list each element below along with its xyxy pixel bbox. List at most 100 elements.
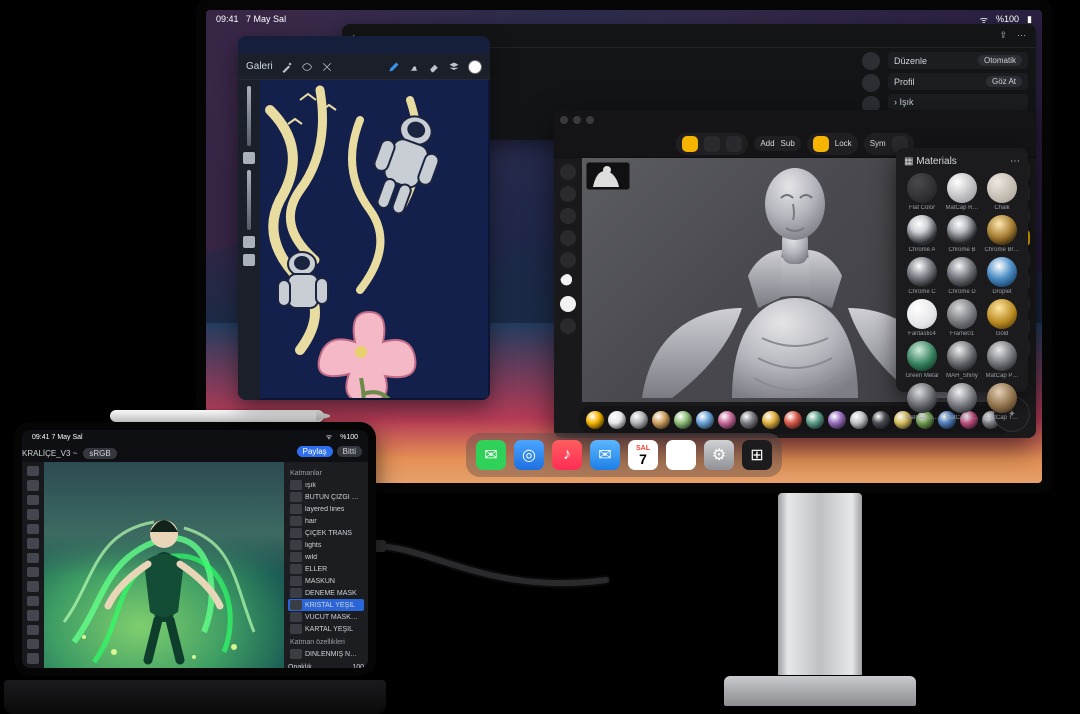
- material-item[interactable]: Flat Color: [904, 173, 940, 211]
- tool-icon[interactable]: [27, 610, 39, 620]
- menu-icon[interactable]: ⋯: [1017, 30, 1026, 41]
- material-item[interactable]: MatCap P…: [984, 341, 1020, 379]
- tool-icon[interactable]: [27, 538, 39, 548]
- opacity-row[interactable]: Opaklık 100: [288, 664, 364, 668]
- layer-row[interactable]: ÇİÇEK TRANS: [288, 527, 364, 539]
- material-item[interactable]: Frame01: [944, 299, 980, 337]
- share-button[interactable]: Paylaş: [297, 446, 333, 457]
- tool-move-icon[interactable]: [726, 136, 742, 152]
- layer-row[interactable]: ışık: [288, 479, 364, 491]
- modifier-icon[interactable]: [243, 152, 255, 164]
- dock-app-photos[interactable]: ✿: [666, 440, 696, 470]
- tool-icon[interactable]: [27, 480, 39, 490]
- redo-icon[interactable]: [243, 254, 255, 266]
- layer-row[interactable]: layered lines: [288, 503, 364, 515]
- color-profile-badge[interactable]: sRGB: [83, 448, 116, 459]
- tool-icon[interactable]: [27, 567, 39, 577]
- materials-menu-icon[interactable]: ⋯: [1010, 156, 1020, 167]
- brush-preset[interactable]: [718, 411, 736, 429]
- tool-group[interactable]: Lock: [807, 133, 858, 155]
- tool-icon[interactable]: [27, 495, 39, 505]
- wand-icon[interactable]: [281, 61, 293, 73]
- material-item[interactable]: Fantastic4: [904, 299, 940, 337]
- ipad-canvas[interactable]: [44, 462, 284, 668]
- layer-row[interactable]: MASKUN: [288, 575, 364, 587]
- tool-icon[interactable]: [27, 625, 39, 635]
- material-item[interactable]: MAH_Shiny: [944, 341, 980, 379]
- eraser-icon[interactable]: [428, 61, 440, 73]
- tool-icon[interactable]: [27, 581, 39, 591]
- tool-icon[interactable]: [27, 639, 39, 649]
- leftbar-icon[interactable]: [560, 252, 576, 268]
- material-item[interactable]: Chalk: [984, 173, 1020, 211]
- layer-row[interactable]: DENEME MASK: [288, 587, 364, 599]
- tool-icon[interactable]: [27, 524, 39, 534]
- brush-opacity-slider[interactable]: [247, 170, 251, 230]
- brush-preset[interactable]: [674, 411, 692, 429]
- dock-app-safari[interactable]: ◎: [514, 440, 544, 470]
- material-item[interactable]: MatCap G…: [904, 383, 940, 421]
- material-item[interactable]: MatCap S…: [944, 383, 980, 421]
- brush-preset[interactable]: [740, 411, 758, 429]
- procreate-side-slider[interactable]: [238, 80, 260, 400]
- adjust-chip[interactable]: [862, 52, 880, 70]
- material-item[interactable]: Chrome B: [944, 215, 980, 253]
- lock-toggle[interactable]: [813, 136, 829, 152]
- materials-popover[interactable]: ▦ Materials ⋯ Flat ColorMatCap R…ChalkCh…: [896, 148, 1028, 392]
- done-button[interactable]: Bitti: [337, 446, 362, 457]
- material-item[interactable]: Chrome A: [904, 215, 940, 253]
- select-icon[interactable]: [301, 61, 313, 73]
- procreate-titlebar[interactable]: [238, 36, 490, 54]
- procreate-window[interactable]: Galeri: [238, 36, 490, 400]
- brush-preset[interactable]: [696, 411, 714, 429]
- brush-size-slider[interactable]: [247, 86, 251, 146]
- undo-icon[interactable]: [243, 236, 255, 248]
- dock-app-music[interactable]: ♪: [552, 440, 582, 470]
- leftbar-icon[interactable]: [560, 186, 576, 202]
- layers-icon[interactable]: [448, 61, 460, 73]
- material-item[interactable]: Gold: [984, 299, 1020, 337]
- tool-icon[interactable]: [27, 509, 39, 519]
- window-controls[interactable]: [560, 116, 594, 124]
- tool-group[interactable]: [676, 133, 748, 155]
- material-item[interactable]: Chrome C: [904, 257, 940, 295]
- brush-preset[interactable]: [806, 411, 824, 429]
- dock[interactable]: ✉◎♪✉SAL7✿⚙⊞: [466, 433, 782, 477]
- brush-preset[interactable]: [872, 411, 890, 429]
- brush-preset[interactable]: [630, 411, 648, 429]
- smudge-icon[interactable]: [408, 61, 420, 73]
- brush-preset[interactable]: [652, 411, 670, 429]
- tool-icon[interactable]: [27, 596, 39, 606]
- leftbar-icon[interactable]: [560, 318, 576, 334]
- dock-app-calendar[interactable]: SAL7: [628, 440, 658, 470]
- layer-row[interactable]: wild: [288, 551, 364, 563]
- blend-mode-row[interactable]: DİNLENMİŞ NORMAL: [288, 648, 364, 660]
- file-name[interactable]: KRALİÇE_V3 ~: [22, 449, 77, 458]
- brush-preset[interactable]: [762, 411, 780, 429]
- tool-icon[interactable]: [27, 466, 39, 476]
- brush-preset[interactable]: [850, 411, 868, 429]
- layers-panel[interactable]: Katmanlar ışıkBÜTÜN ÇİZGİ MASKlayered li…: [284, 462, 368, 668]
- layer-row[interactable]: KRİSTAL YEŞİL: [288, 599, 364, 611]
- leftbar-icon[interactable]: [560, 208, 576, 224]
- share-icon[interactable]: ⇪: [999, 30, 1007, 41]
- color-swatch[interactable]: [468, 60, 482, 74]
- tool-icon[interactable]: [27, 553, 39, 563]
- material-item[interactable]: Droplet: [984, 257, 1020, 295]
- prop-row[interactable]: Profil Göz At: [888, 73, 1028, 90]
- layer-row[interactable]: BÜTÜN ÇİZGİ MASK: [288, 491, 364, 503]
- layer-row[interactable]: lights: [288, 539, 364, 551]
- layer-row[interactable]: VÜCUT MASKESİ: [288, 611, 364, 623]
- dock-app-mail[interactable]: ✉: [590, 440, 620, 470]
- procreate-canvas[interactable]: [260, 80, 488, 398]
- sculpt-titlebar[interactable]: [554, 110, 1036, 130]
- adjust-icon[interactable]: [321, 61, 333, 73]
- tool-group[interactable]: Add Sub: [754, 136, 800, 151]
- material-item[interactable]: Chrome D: [944, 257, 980, 295]
- dock-app-widgets[interactable]: ⊞: [742, 440, 772, 470]
- material-item[interactable]: Chrome Br…: [984, 215, 1020, 253]
- prop-row[interactable]: › Işık: [888, 94, 1028, 110]
- auto-button[interactable]: Otomatik: [978, 55, 1022, 66]
- leftbar-icon[interactable]: [560, 296, 576, 312]
- tool-add-icon[interactable]: [682, 136, 698, 152]
